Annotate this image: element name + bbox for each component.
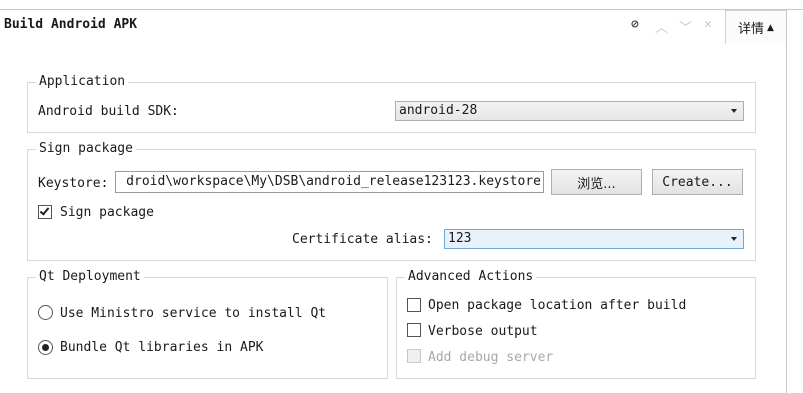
chevron-up-icon[interactable]: ︿ <box>655 17 668 36</box>
verbose-output-label: Verbose output <box>428 324 538 339</box>
dropdown-arrow-icon <box>731 109 737 113</box>
browse-button[interactable]: 浏览... <box>551 169 642 195</box>
qt-deployment-group: Qt Deployment <box>27 269 388 379</box>
advanced-actions-group-title: Advanced Actions <box>405 269 537 285</box>
checkmark-icon <box>39 205 50 216</box>
verbose-output-checkbox[interactable] <box>407 323 421 337</box>
triangle-up-icon: ▲ <box>767 22 774 33</box>
details-label: 详情 <box>738 22 765 37</box>
add-debug-server-label: Add debug server <box>428 350 554 365</box>
top-border <box>0 9 803 10</box>
sign-package-group-title: Sign package <box>36 141 136 157</box>
sign-package-checkbox-label: Sign package <box>60 205 154 220</box>
ministro-radio[interactable] <box>38 305 53 320</box>
bundle-qt-radio-label: Bundle Qt libraries in APK <box>60 340 264 355</box>
qt-deployment-group-title: Qt Deployment <box>36 269 144 285</box>
certificate-alias-value: 123 <box>448 231 472 246</box>
create-label: Create... <box>662 174 733 190</box>
chevron-down-icon[interactable]: ﹀ <box>679 17 692 36</box>
sdk-label: Android build SDK: <box>38 104 179 119</box>
keystore-field[interactable]: droid\workspace\My\DSB\android_release12… <box>115 171 544 193</box>
browse-label: 浏览... <box>577 176 616 192</box>
ministro-radio-label: Use Ministro service to install Qt <box>60 306 327 321</box>
radio-selected-dot <box>42 344 49 351</box>
sdk-value: android-28 <box>399 103 478 118</box>
close-icon[interactable]: ✕ <box>704 17 712 32</box>
sign-package-checkbox[interactable] <box>38 205 52 219</box>
page-title: Build Android APK <box>4 17 138 32</box>
keystore-value: droid\workspace\My\DSB\android_release12… <box>126 174 541 189</box>
dropdown-arrow-icon <box>731 237 737 241</box>
add-debug-server-checkbox[interactable] <box>407 349 421 363</box>
block-icon[interactable]: ⊘ <box>631 17 639 32</box>
application-group-title: Application <box>36 74 129 90</box>
bundle-qt-radio[interactable] <box>38 340 53 355</box>
keystore-label: Keystore: <box>38 176 109 191</box>
right-border <box>786 9 787 393</box>
details-button[interactable]: 详情 ▲ <box>725 10 786 44</box>
create-button[interactable]: Create... <box>652 169 743 195</box>
certificate-alias-label: Certificate alias: <box>292 232 433 247</box>
open-package-location-label: Open package location after build <box>428 298 687 313</box>
sdk-select[interactable]: android-28 <box>395 101 744 121</box>
certificate-alias-select[interactable]: 123 <box>444 229 744 249</box>
open-package-location-checkbox[interactable] <box>407 298 421 312</box>
